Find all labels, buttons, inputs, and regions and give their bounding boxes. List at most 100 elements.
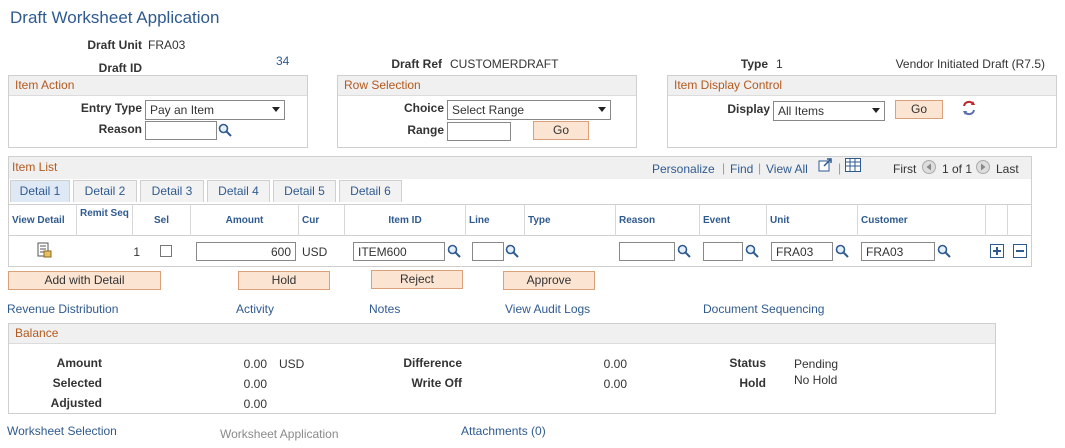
revenue-distribution-link[interactable]: Revenue Distribution bbox=[7, 302, 118, 316]
notes-link[interactable]: Notes bbox=[369, 302, 400, 316]
draft-ref-label: Draft Ref bbox=[391, 57, 442, 71]
previous-icon[interactable] bbox=[922, 160, 936, 174]
col-cur: Cur bbox=[299, 205, 345, 236]
entry-type-selected: Pay an Item bbox=[150, 103, 215, 117]
col-customer: Customer bbox=[858, 205, 986, 236]
delete-row-icon[interactable] bbox=[1013, 244, 1027, 258]
difference-value: 0.00 bbox=[603, 357, 627, 371]
type-description: Vendor Initiated Draft (R7.5) bbox=[895, 57, 1045, 71]
draft-id-label: Draft ID bbox=[98, 61, 142, 75]
reject-button[interactable]: Reject bbox=[371, 270, 463, 289]
add-with-detail-button[interactable]: Add with Detail bbox=[8, 271, 161, 290]
draft-unit-label: Draft Unit bbox=[87, 38, 142, 52]
activity-link[interactable]: Activity bbox=[236, 302, 274, 316]
lookup-icon[interactable] bbox=[447, 244, 461, 258]
next-icon[interactable] bbox=[976, 160, 990, 174]
difference-label: Difference bbox=[403, 356, 462, 370]
view-all-link[interactable]: View All bbox=[766, 162, 808, 176]
tab-detail-6[interactable]: Detail 6 bbox=[339, 180, 402, 202]
row-selection-title: Row Selection bbox=[338, 76, 636, 96]
status-value: Pending bbox=[794, 357, 839, 371]
hold-value: No Hold bbox=[794, 373, 838, 387]
separator: | bbox=[722, 161, 726, 175]
col-item-id: Item ID bbox=[345, 205, 466, 236]
lookup-icon[interactable] bbox=[677, 244, 691, 258]
customer-input[interactable]: FRA03 bbox=[861, 242, 935, 261]
refresh-icon[interactable] bbox=[961, 100, 977, 116]
choice-select[interactable]: Select Range bbox=[447, 100, 611, 120]
first-label: First bbox=[893, 162, 917, 176]
sel-checkbox[interactable] bbox=[160, 245, 172, 257]
entry-type-select[interactable]: Pay an Item bbox=[145, 100, 285, 120]
lookup-icon[interactable] bbox=[835, 244, 849, 258]
display-go-button[interactable]: Go bbox=[895, 100, 943, 119]
unit-input[interactable]: FRA03 bbox=[771, 242, 833, 261]
tab-detail-4[interactable]: Detail 4 bbox=[207, 180, 270, 202]
lookup-icon[interactable] bbox=[218, 123, 232, 137]
col-type: Type bbox=[525, 205, 616, 236]
reason-input[interactable] bbox=[145, 121, 217, 140]
col-remit-seq: Remit Seq bbox=[77, 205, 133, 236]
last-label: Last bbox=[996, 162, 1019, 176]
draft-unit-value: FRA03 bbox=[148, 38, 186, 52]
display-select[interactable]: All Items bbox=[773, 101, 885, 121]
approve-button[interactable]: Approve bbox=[503, 271, 595, 290]
range-go-button[interactable]: Go bbox=[533, 121, 589, 140]
display-selected: All Items bbox=[778, 104, 825, 118]
display-label: Display bbox=[727, 102, 770, 116]
tab-detail-1[interactable]: Detail 1 bbox=[10, 180, 70, 202]
col-event: Event bbox=[700, 205, 767, 236]
balance-adjusted-label: Adjusted bbox=[50, 396, 102, 410]
view-audit-logs-link[interactable]: View Audit Logs bbox=[505, 302, 590, 316]
page-count: 1 of 1 bbox=[942, 162, 973, 176]
tab-detail-3[interactable]: Detail 3 bbox=[140, 180, 204, 202]
range-input[interactable] bbox=[447, 122, 511, 141]
range-label: Range bbox=[407, 123, 444, 137]
item-display-control-title: Item Display Control bbox=[668, 76, 1056, 96]
spreadsheet-icon[interactable] bbox=[845, 158, 861, 172]
line-input[interactable] bbox=[472, 242, 504, 261]
status-label: Status bbox=[729, 356, 766, 370]
balance-box: Balance bbox=[8, 323, 996, 414]
currency-value: USD bbox=[302, 245, 328, 259]
add-row-icon[interactable] bbox=[990, 244, 1004, 258]
lookup-icon[interactable] bbox=[745, 244, 759, 258]
chevron-down-icon bbox=[598, 107, 606, 112]
worksheet-selection-link[interactable]: Worksheet Selection bbox=[7, 424, 117, 438]
event-input[interactable] bbox=[703, 242, 743, 261]
item-list-header-bar bbox=[9, 157, 1031, 179]
choice-label: Choice bbox=[403, 101, 444, 115]
page-title: Draft Worksheet Application bbox=[10, 8, 220, 27]
write-off-label: Write Off bbox=[411, 376, 462, 390]
balance-selected-label: Selected bbox=[52, 376, 102, 390]
reason-row-input[interactable] bbox=[619, 242, 675, 261]
reason-label: Reason bbox=[98, 122, 142, 136]
choice-selected: Select Range bbox=[452, 103, 525, 117]
balance-amount-value: 0.00 bbox=[243, 357, 267, 371]
col-reason: Reason bbox=[616, 205, 700, 236]
item-list-title: Item List bbox=[12, 160, 58, 174]
col-amount: Amount bbox=[191, 205, 299, 236]
balance-adjusted-value: 0.00 bbox=[243, 397, 267, 411]
chevron-down-icon bbox=[272, 107, 280, 112]
col-unit: Unit bbox=[767, 205, 858, 236]
separator: | bbox=[758, 161, 762, 175]
hold-button[interactable]: Hold bbox=[238, 271, 330, 290]
document-sequencing-link[interactable]: Document Sequencing bbox=[703, 302, 824, 316]
draft-ref-value: CUSTOMERDRAFT bbox=[450, 57, 559, 71]
find-link[interactable]: Find bbox=[730, 162, 753, 176]
lookup-icon[interactable] bbox=[937, 244, 951, 258]
new-window-icon[interactable] bbox=[818, 158, 833, 173]
worksheet-application-current: Worksheet Application bbox=[220, 427, 339, 441]
balance-selected-value: 0.00 bbox=[243, 377, 267, 391]
attachments-link[interactable]: Attachments (0) bbox=[461, 424, 546, 438]
view-detail-icon[interactable] bbox=[36, 242, 52, 258]
amount-input[interactable]: 600 bbox=[196, 242, 296, 261]
lookup-icon[interactable] bbox=[505, 244, 519, 258]
tab-detail-5[interactable]: Detail 5 bbox=[273, 180, 336, 202]
item-id-input[interactable]: ITEM600 bbox=[353, 242, 445, 261]
tab-detail-2[interactable]: Detail 2 bbox=[73, 180, 137, 202]
col-sel: Sel bbox=[133, 205, 191, 236]
personalize-link[interactable]: Personalize bbox=[652, 162, 715, 176]
type-value: 1 bbox=[776, 57, 783, 71]
